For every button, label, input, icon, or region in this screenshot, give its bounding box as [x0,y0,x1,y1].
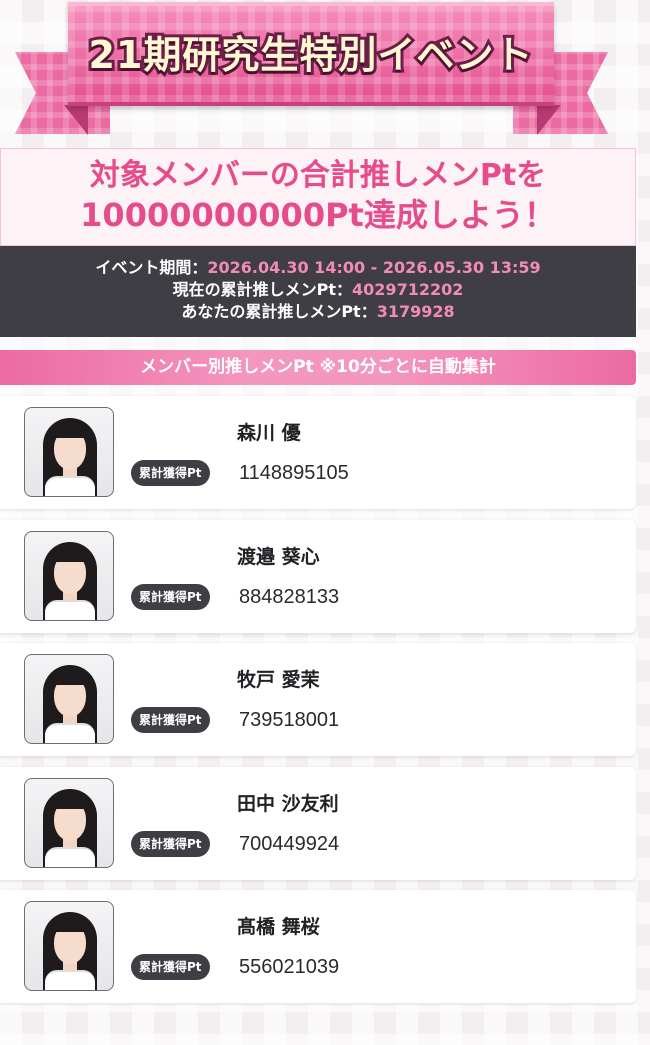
member-name: 森川 優 [237,422,301,444]
event-period-value: 2026.04.30 14:00 - 2026.05.30 13:59 [207,258,541,277]
member-card: 髙橋 舞桜 累計獲得Pt 556021039 [0,890,636,1003]
member-points-value: 739518001 [239,709,340,731]
member-card: 渡邉 葵心 累計獲得Pt 884828133 [0,519,636,633]
member-points-value: 700449924 [239,832,340,855]
goal-text-line1: 対象メンバーの合計推しメンPtを [89,158,547,193]
member-points-value: 1148895105 [239,462,349,484]
current-total-label: 現在の累計推しメンPt： [172,280,353,299]
member-name: 髙橋 舞桜 [237,916,320,938]
member-card: 森川 優 累計獲得Pt 1148895105 [0,396,636,509]
member-photo [24,901,114,991]
member-name: 渡邉 葵心 [237,545,320,568]
your-total-row: あなたの累計推しメンPt：3179928 [0,301,636,323]
member-card: 田中 沙友利 累計獲得Pt 700449924 [0,766,636,880]
total-points-badge: 累計獲得Pt [131,460,210,486]
member-name: 牧戸 愛茉 [237,669,320,691]
member-points-value: 884828133 [239,585,340,608]
member-photo [24,530,114,621]
event-period-row: イベント期間：2026.04.30 14:00 - 2026.05.30 13:… [0,257,636,279]
goal-panel: 対象メンバーの合計推しメンPtを 10000000000Pt達成しよう！ [0,148,636,246]
total-points-badge: 累計獲得Pt [131,583,210,610]
event-info-panel: イベント期間：2026.04.30 14:00 - 2026.05.30 13:… [0,246,636,337]
member-photo [24,407,114,497]
event-period-label: イベント期間： [95,258,208,277]
goal-text-line2: 10000000000Pt達成しよう！ [80,196,556,234]
member-photo [24,777,114,868]
member-points-value: 556021039 [239,956,340,978]
member-name: 田中 沙友利 [237,792,339,815]
total-points-badge: 累計獲得Pt [131,830,210,857]
member-card: 牧戸 愛茉 累計獲得Pt 739518001 [0,643,636,756]
your-total-value: 3179928 [376,302,455,321]
member-points-header: メンバー別推しメンPt ※10分ごとに自動集計 [0,350,636,385]
event-title: 21期研究生特別イベント [86,30,536,80]
member-photo [24,654,114,744]
member-list: 森川 優 累計獲得Pt 1148895105 渡邉 葵心 累計獲得Pt 8848… [0,396,636,1014]
current-total-row: 現在の累計推しメンPt：4029712202 [0,279,636,301]
total-points-badge: 累計獲得Pt [131,954,210,980]
current-total-value: 4029712202 [352,280,464,299]
total-points-badge: 累計獲得Pt [131,707,210,733]
event-title-banner: 21期研究生特別イベント [0,0,650,145]
your-total-label: あなたの累計推しメンPt： [181,302,377,321]
